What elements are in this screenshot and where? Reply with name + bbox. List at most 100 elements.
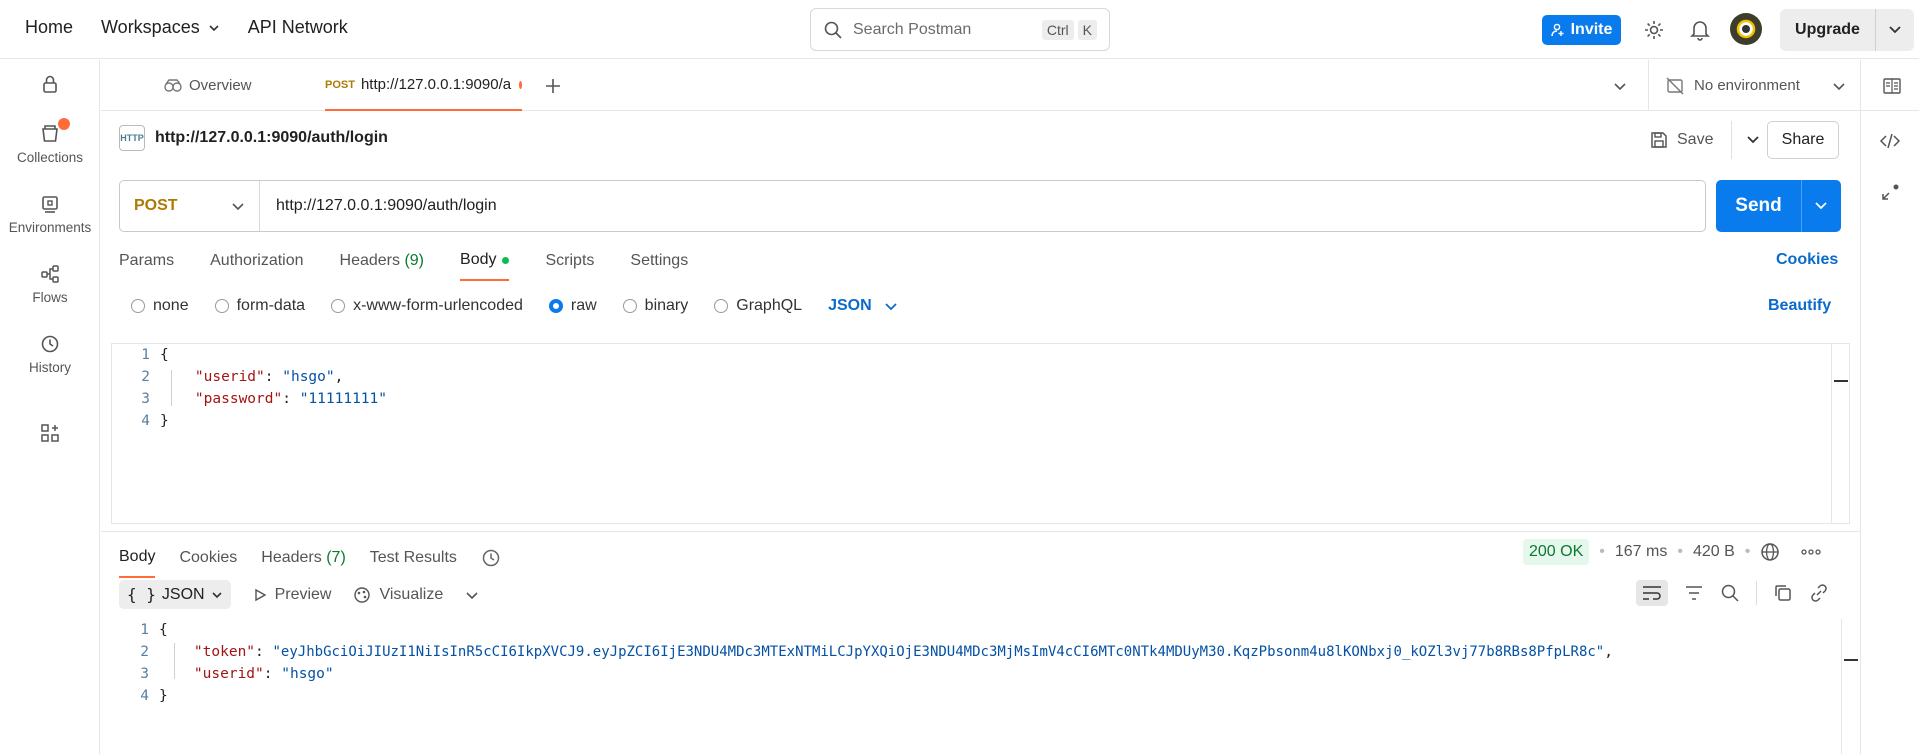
sidebar-item-history[interactable]: History [0, 334, 100, 375]
tab-request[interactable]: POST http://127.0.0.1:9090/a [325, 60, 522, 111]
share-button[interactable]: Share [1767, 121, 1839, 159]
play-icon [254, 588, 267, 601]
home-link[interactable]: Home [25, 17, 73, 38]
invite-button[interactable]: Invite [1542, 15, 1621, 45]
environment-quicklook-button[interactable] [1882, 60, 1902, 111]
environment-selector[interactable]: No environment [1666, 60, 1846, 111]
response-body-viewer[interactable]: 1{ 2 "token": "eyJhbGciOiJIUzI1NiIsInR5c… [119, 619, 1859, 754]
response-divider[interactable] [101, 531, 1860, 532]
notifications-button[interactable] [1688, 18, 1712, 42]
more-options-icon[interactable] [1798, 542, 1824, 562]
chevron-down-icon [232, 203, 244, 211]
resp-tab-cookies[interactable]: Cookies [179, 549, 237, 567]
workspaces-menu[interactable]: Workspaces [101, 17, 220, 38]
filter-icon[interactable] [1684, 584, 1704, 602]
body-format-selector[interactable]: JSON [828, 297, 898, 315]
resp-tab-body[interactable]: Body [119, 538, 156, 578]
search-icon[interactable] [1720, 583, 1740, 603]
upgrade-button[interactable]: Upgrade [1780, 9, 1914, 51]
tab-headers[interactable]: Headers (9) [340, 241, 425, 281]
method-selector[interactable]: POST [120, 181, 260, 231]
radio-graphql[interactable]: GraphQL [714, 297, 802, 315]
add-widget-icon [41, 424, 59, 442]
save-button[interactable]: Save [1677, 131, 1713, 149]
radio-circle [548, 299, 563, 313]
radio-urlencoded[interactable]: x-www-form-urlencoded [331, 297, 523, 315]
request-title-text[interactable]: http://127.0.0.1:9090/auth/login [155, 129, 388, 147]
notification-dot [58, 118, 70, 130]
resp-tab-test-results[interactable]: Test Results [370, 549, 457, 567]
wrap-lines-button[interactable] [1636, 580, 1668, 606]
code-line: 4} [112, 410, 168, 432]
tab-params[interactable]: Params [119, 241, 174, 281]
right-panel [1860, 111, 1919, 754]
settings-button[interactable] [1642, 18, 1666, 42]
radio-none[interactable]: none [131, 297, 189, 315]
sidebar-item-lock[interactable] [0, 74, 100, 100]
sidebar-item-collections[interactable]: Collections [0, 118, 100, 165]
scroll-marker [1844, 659, 1858, 661]
preview-button[interactable]: Preview [253, 586, 331, 604]
cookies-link[interactable]: Cookies [1776, 251, 1838, 269]
send-button[interactable]: Send [1716, 180, 1841, 232]
tab-overview[interactable]: Overview [163, 60, 252, 111]
tab-scripts[interactable]: Scripts [545, 241, 594, 281]
tab-settings[interactable]: Settings [630, 241, 688, 281]
api-network-link[interactable]: API Network [248, 17, 348, 38]
viewer-scrollbar[interactable] [1841, 619, 1859, 754]
editor-scrollbar[interactable] [1831, 344, 1849, 523]
url-input[interactable]: http://127.0.0.1:9090/auth/login [260, 197, 497, 215]
tab-authorization[interactable]: Authorization [210, 241, 303, 281]
avatar[interactable] [1730, 13, 1762, 45]
response-format-selector[interactable]: { } JSON [119, 580, 231, 609]
code-text: } [159, 688, 168, 704]
lock-icon [43, 75, 57, 93]
new-tab-button[interactable] [544, 60, 562, 111]
line-number: 2 [141, 369, 150, 385]
tab-label: Body [460, 251, 497, 268]
chevron-down-icon[interactable] [1876, 23, 1914, 37]
tab-body[interactable]: Body [460, 241, 510, 281]
code-line: 3 "password": "11111111" [112, 388, 387, 410]
quicklook-icon [1883, 77, 1901, 94]
response-status: 200 OK • 167 ms • 420 B • [1523, 539, 1824, 565]
visualize-button[interactable]: Visualize [353, 586, 443, 604]
status-badge[interactable]: 200 OK [1523, 539, 1590, 565]
response-tabs: Body Cookies Headers (7) Test Results [119, 538, 501, 578]
method-label: POST [134, 197, 178, 214]
response-size[interactable]: 420 B [1693, 543, 1735, 561]
chevron-down-icon [1614, 82, 1626, 90]
request-body-editor[interactable]: 1{ 2 "userid": "hsgo", 3 "password": "11… [111, 343, 1850, 524]
history-icon[interactable] [481, 548, 501, 568]
response-time[interactable]: 167 ms [1615, 543, 1667, 561]
expand-icon [1882, 184, 1899, 200]
request-tabs: Params Authorization Headers (9) Body Sc… [119, 241, 688, 281]
avatar-icon [1736, 19, 1756, 39]
search-box[interactable]: Search Postman Ctrl K [810, 8, 1110, 51]
sidebar-item-environments[interactable]: Environments [0, 194, 100, 235]
sidebar-item-flows[interactable]: Flows [0, 264, 100, 305]
related-collections-button[interactable] [1877, 180, 1903, 206]
link-icon[interactable] [1809, 583, 1829, 603]
chevron-down-icon[interactable] [465, 588, 479, 602]
radio-form-data[interactable]: form-data [214, 297, 305, 315]
radio-raw[interactable]: raw [548, 297, 597, 315]
chevron-down-icon [212, 591, 222, 598]
braces-icon: { } [127, 585, 156, 604]
sidebar-item-label: Flows [32, 290, 68, 305]
sidebar-item-configure[interactable] [0, 423, 100, 449]
code-snippet-button[interactable] [1877, 128, 1903, 154]
radio-binary[interactable]: binary [622, 297, 689, 315]
chevron-down-icon[interactable] [1740, 133, 1766, 147]
upgrade-label: Upgrade [1780, 9, 1876, 51]
chevron-down-icon[interactable] [1802, 199, 1840, 213]
code-line: 4} [119, 685, 168, 707]
beautify-link[interactable]: Beautify [1768, 297, 1831, 315]
radio-label: binary [644, 297, 689, 314]
tabs-dropdown[interactable] [1613, 60, 1627, 111]
resp-tab-headers[interactable]: Headers (7) [261, 549, 346, 567]
copy-icon[interactable] [1773, 583, 1793, 603]
flows-icon [41, 265, 59, 283]
globe-icon[interactable] [1760, 542, 1780, 562]
format-label: JSON [161, 585, 205, 603]
